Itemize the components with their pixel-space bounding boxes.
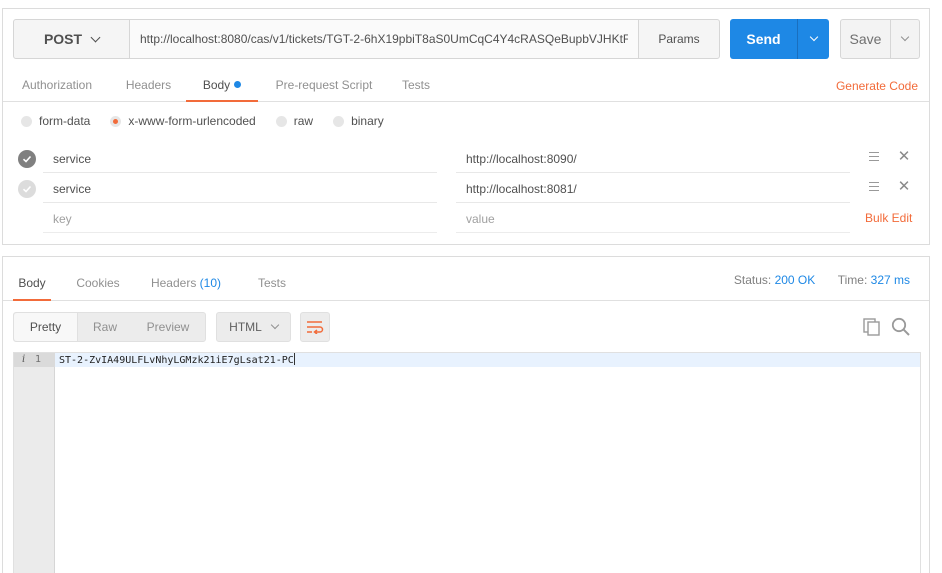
tab-authorization[interactable]: Authorization <box>17 69 97 102</box>
request-tabs: Authorization Headers Body Pre-request S… <box>3 69 929 102</box>
send-button[interactable]: Send <box>730 19 829 59</box>
format-raw-button[interactable]: Raw <box>78 313 132 341</box>
response-meta: Status: 200 OK Time: 327 ms <box>734 273 910 287</box>
param-row: service http://localhost:8090/ ✕ <box>3 143 929 173</box>
tab-tests[interactable]: Tests <box>399 69 433 102</box>
save-options-button[interactable] <box>891 20 919 58</box>
search-icon[interactable] <box>891 317 911 337</box>
status-label: Status: <box>733 273 772 287</box>
radio-selected-icon <box>110 115 122 127</box>
param-value-field[interactable]: http://localhost:8090/ <box>456 145 850 173</box>
tab-body-label: Body <box>202 78 231 92</box>
response-tab-body[interactable]: Body <box>13 267 51 301</box>
param-key-field[interactable]: service <box>43 175 437 203</box>
radio-label: form-data <box>39 114 91 128</box>
time-value: 327 ms <box>870 273 910 287</box>
save-button[interactable]: Save <box>840 19 920 59</box>
radio-raw[interactable]: raw <box>275 114 314 128</box>
response-tab-headers[interactable]: Headers (10) <box>146 267 226 301</box>
param-key-field[interactable]: service <box>43 145 437 173</box>
request-panel: POST Params Send Save Authorization Head… <box>2 8 930 245</box>
headers-count-badge: (10) <box>199 276 222 290</box>
format-preview-button[interactable]: Preview <box>132 313 204 341</box>
radio-icon <box>333 115 345 127</box>
body-type-selector: form-data x-www-form-urlencoded raw bina… <box>21 113 404 129</box>
tab-headers[interactable]: Headers <box>121 69 176 102</box>
url-input[interactable] <box>130 20 639 58</box>
param-enabled-checkbox[interactable] <box>18 180 36 198</box>
send-label: Send <box>730 19 798 59</box>
line-number: 1 <box>35 354 42 365</box>
close-icon[interactable]: ✕ <box>897 179 911 194</box>
response-panel: Body Cookies Headers (10) Tests Status: … <box>2 256 930 573</box>
radio-x-www-form-urlencoded[interactable]: x-www-form-urlencoded <box>110 114 256 128</box>
params-button[interactable]: Params <box>639 20 719 58</box>
copy-icon[interactable] <box>863 318 881 336</box>
info-icon: i <box>22 354 26 365</box>
param-enabled-checkbox[interactable] <box>18 150 36 168</box>
wrap-lines-icon <box>307 321 324 334</box>
tab-body[interactable]: Body <box>186 69 258 102</box>
method-dropdown[interactable]: POST <box>14 20 130 58</box>
response-tab-headers-label: Headers <box>150 276 197 290</box>
check-icon <box>22 155 32 163</box>
gutter-active-line: i 1 <box>14 353 55 367</box>
radio-form-data[interactable]: form-data <box>21 114 90 128</box>
language-dropdown[interactable]: HTML <box>216 312 291 342</box>
new-param-row: key value Bulk Edit <box>3 203 929 233</box>
list-menu-icon[interactable] <box>869 152 879 162</box>
method-label: POST <box>43 31 83 47</box>
response-editor[interactable]: i 1 ST-2-ZvIA49ULFLvNhyLGMzk21iE7gLsat21… <box>13 352 921 573</box>
response-tab-tests[interactable]: Tests <box>253 267 291 301</box>
language-label: HTML <box>229 320 262 334</box>
modified-dot-icon <box>234 81 242 88</box>
send-options-button[interactable] <box>798 19 829 59</box>
radio-label: raw <box>293 114 314 128</box>
status-value: 200 OK <box>774 273 816 287</box>
time-label: Time: <box>837 273 868 287</box>
radio-icon <box>21 115 32 127</box>
radio-icon <box>275 115 287 127</box>
format-selector: Pretty Raw Preview <box>13 312 206 342</box>
generate-code-link[interactable]: Generate Code <box>836 69 918 103</box>
format-pretty-button[interactable]: Pretty <box>14 313 78 341</box>
bulk-edit-link[interactable]: Bulk Edit <box>865 211 912 225</box>
response-tab-cookies[interactable]: Cookies <box>73 267 123 301</box>
close-icon[interactable]: ✕ <box>897 149 911 164</box>
wrap-lines-button[interactable] <box>300 312 330 342</box>
param-row: service http://localhost:8081/ ✕ <box>3 173 929 203</box>
chevron-down-icon <box>809 32 818 42</box>
code-text: ST-2-ZvIA49ULFLvNhyLGMzk21iE7gLsat21-PC <box>59 355 294 366</box>
list-menu-icon[interactable] <box>869 182 879 192</box>
save-label: Save <box>841 20 891 58</box>
radio-binary[interactable]: binary <box>333 114 384 128</box>
radio-label: binary <box>351 114 384 128</box>
tab-pre-request-script[interactable]: Pre-request Script <box>269 69 379 102</box>
chevron-down-icon <box>270 320 280 330</box>
chevron-down-icon <box>90 32 101 42</box>
new-param-key-field[interactable]: key <box>43 205 437 233</box>
text-caret <box>293 353 295 365</box>
chevron-down-icon <box>900 32 910 42</box>
new-param-value-field[interactable]: value <box>456 205 850 233</box>
line-gutter: i 1 <box>14 353 55 573</box>
url-bar: POST Params <box>13 19 720 59</box>
radio-label: x-www-form-urlencoded <box>128 114 256 128</box>
code-line: ST-2-ZvIA49ULFLvNhyLGMzk21iE7gLsat21-PC <box>55 353 920 367</box>
check-icon <box>22 185 32 193</box>
param-value-field[interactable]: http://localhost:8081/ <box>456 175 850 203</box>
